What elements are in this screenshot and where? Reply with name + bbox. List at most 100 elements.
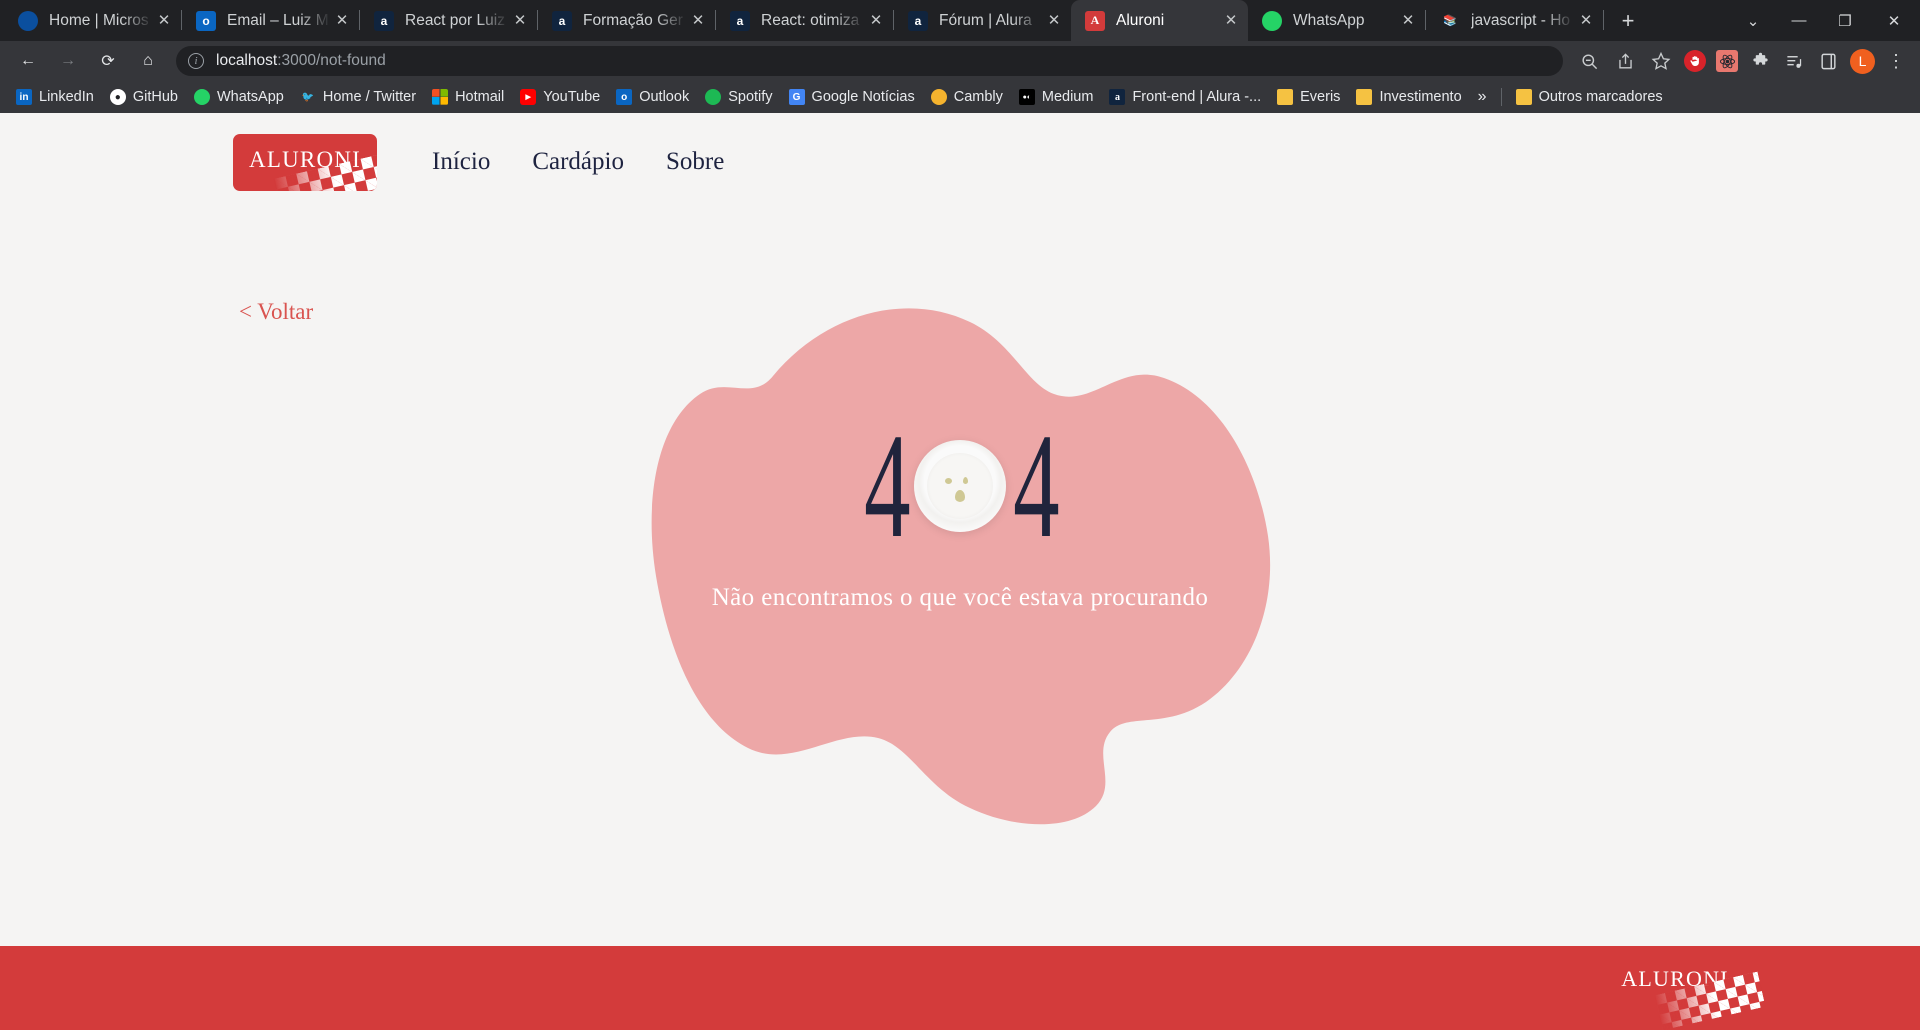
linkedin-icon: in: [16, 89, 32, 105]
bookmark-item[interactable]: ●◐ Medium: [1011, 84, 1102, 110]
tab-close-button[interactable]: ✕: [687, 10, 709, 32]
browser-tab[interactable]: o Email – Luiz M ✕: [182, 0, 359, 41]
tab-close-button[interactable]: ✕: [865, 10, 887, 32]
profile-avatar[interactable]: L: [1850, 48, 1875, 74]
bookmark-item[interactable]: Investimento: [1348, 84, 1469, 110]
spotify-icon: [705, 89, 722, 105]
site-info-icon[interactable]: i: [188, 53, 204, 69]
react-devtools-icon[interactable]: [1716, 50, 1738, 72]
browser-tab[interactable]: A Aluroni ✕: [1071, 0, 1248, 41]
bookmark-item[interactable]: Cambly: [923, 84, 1011, 110]
bookmark-item[interactable]: 🐦 Home / Twitter: [292, 84, 424, 110]
error-message: Não encontramos o que você estava procur…: [711, 584, 1209, 611]
bookmark-item[interactable]: a Front-end | Alura -...: [1101, 84, 1269, 110]
zoom-out-icon[interactable]: [1576, 48, 1602, 74]
outlook-icon: o: [196, 10, 216, 31]
bookmarks-overflow-button[interactable]: »: [1470, 88, 1495, 106]
plate-icon: [914, 440, 1006, 532]
maximize-button[interactable]: ❐: [1822, 0, 1868, 41]
google-news-icon: G: [788, 89, 805, 105]
error-content: 4 4 Não encontramos o que você estava pr…: [640, 411, 1280, 612]
microsoft-icon: [432, 89, 449, 105]
share-icon[interactable]: [1612, 48, 1638, 74]
address-bar[interactable]: i localhost:3000/not-found: [176, 46, 1563, 76]
bookmark-label: Spotify: [728, 89, 773, 105]
bookmark-label: Home / Twitter: [322, 89, 417, 105]
bookmark-item[interactable]: o Outlook: [608, 84, 697, 110]
bookmark-item[interactable]: G Google Notícias: [781, 84, 923, 110]
tab-search-button[interactable]: ⌄: [1730, 0, 1776, 41]
bookmark-item[interactable]: ● GitHub: [102, 84, 186, 110]
aluroni-icon: A: [1085, 10, 1105, 31]
crumb-icon: [945, 478, 952, 484]
forward-button[interactable]: →: [51, 44, 85, 78]
tab-title: React: otimiza: [761, 11, 860, 29]
browser-tab[interactable]: Home | Micros ✕: [4, 0, 181, 41]
bookmark-item[interactable]: Hotmail: [424, 84, 512, 110]
bookmark-item[interactable]: Spotify: [697, 84, 780, 110]
tab-close-button[interactable]: ✕: [331, 10, 353, 32]
minimize-button[interactable]: —: [1776, 0, 1822, 41]
bookmark-label: Medium: [1041, 89, 1094, 105]
browser-tab[interactable]: 📚 javascript - Ho ✕: [1426, 0, 1603, 41]
close-window-button[interactable]: ✕: [1868, 0, 1920, 41]
tab-title: Home | Micros: [49, 11, 149, 29]
browser-tab[interactable]: a React: otimiza ✕: [716, 0, 893, 41]
alura-icon: a: [552, 10, 572, 31]
folder-icon: [1356, 89, 1373, 105]
nav-item-sobre[interactable]: Sobre: [666, 148, 724, 176]
tab-title: Aluroni: [1116, 11, 1165, 29]
bookmark-other-bookmarks[interactable]: Outros marcadores: [1508, 84, 1671, 110]
chrome-menu-icon[interactable]: ⋮: [1885, 48, 1907, 74]
bookmark-item[interactable]: Everis: [1269, 84, 1348, 110]
reload-button[interactable]: ⟳: [91, 44, 125, 78]
reading-list-icon[interactable]: [1782, 49, 1806, 73]
tab-close-button[interactable]: ✕: [1220, 10, 1242, 32]
site-logo[interactable]: ALURONI: [233, 133, 377, 191]
adblock-icon[interactable]: [1684, 50, 1706, 72]
alura-icon: a: [374, 10, 394, 31]
bookmarks-bar: in LinkedIn ● GitHub WhatsApp 🐦 Home / Twitter…: [0, 81, 1920, 113]
browser-tab[interactable]: a Formação Ger ✕: [538, 0, 715, 41]
error-code: 4 4: [851, 411, 1069, 561]
tab-close-button[interactable]: ✕: [1397, 10, 1419, 32]
url-text: localhost:3000/not-found: [216, 52, 386, 70]
new-tab-button[interactable]: +: [1610, 3, 1646, 39]
browser-tab[interactable]: a React por Luiz ✕: [360, 0, 537, 41]
sidebar-icon[interactable]: [1816, 49, 1840, 73]
tab-close-button[interactable]: ✕: [1043, 10, 1065, 32]
bookmark-label: Everis: [1300, 89, 1341, 105]
tab-close-button[interactable]: ✕: [153, 10, 175, 32]
browser-toolbar: ← → ⟳ ⌂ i localhost:3000/not-found L ⋮: [0, 41, 1920, 81]
back-button[interactable]: ←: [11, 44, 45, 78]
browser-tab[interactable]: WhatsApp ✕: [1248, 0, 1425, 41]
bookmark-item[interactable]: WhatsApp: [186, 84, 292, 110]
bookmark-label: Outros marcadores: [1538, 89, 1663, 105]
tab-title: javascript - Ho: [1471, 11, 1571, 29]
footer-logo[interactable]: ALURONI: [1615, 960, 1766, 1030]
home-button[interactable]: ⌂: [131, 44, 165, 78]
page-viewport: ALURONI Início Cardápio Sobre < Voltar 4: [0, 113, 1920, 1030]
tab-title: WhatsApp: [1293, 11, 1365, 29]
tab-close-button[interactable]: ✕: [509, 10, 531, 32]
bookmark-star-icon[interactable]: [1648, 48, 1674, 74]
extensions-puzzle-icon[interactable]: [1748, 49, 1772, 73]
error-digit-left: 4: [864, 403, 911, 569]
nav-item-inicio[interactable]: Início: [432, 148, 490, 176]
crumb-icon: [955, 490, 965, 502]
browser-tab[interactable]: a Fórum | Alura ✕: [894, 0, 1071, 41]
tab-close-button[interactable]: ✕: [1575, 10, 1597, 32]
tab-title: Fórum | Alura: [939, 11, 1032, 29]
folder-icon: [1515, 89, 1532, 105]
blob-shape: 4 4 Não encontramos o que você estava pr…: [640, 298, 1280, 838]
tab-title: Email – Luiz M: [227, 11, 329, 29]
bookmark-item[interactable]: in LinkedIn: [8, 84, 102, 110]
bookmark-label: Hotmail: [455, 89, 505, 105]
bookmark-label: GitHub: [132, 89, 178, 105]
tab-separator: [1603, 9, 1604, 30]
tab-title: React por Luiz: [405, 11, 505, 29]
bookmark-label: Google Notícias: [811, 89, 915, 105]
bookmark-item[interactable]: ▶ YouTube: [512, 84, 608, 110]
github-icon: ●: [109, 89, 126, 105]
nav-item-cardapio[interactable]: Cardápio: [532, 148, 624, 176]
